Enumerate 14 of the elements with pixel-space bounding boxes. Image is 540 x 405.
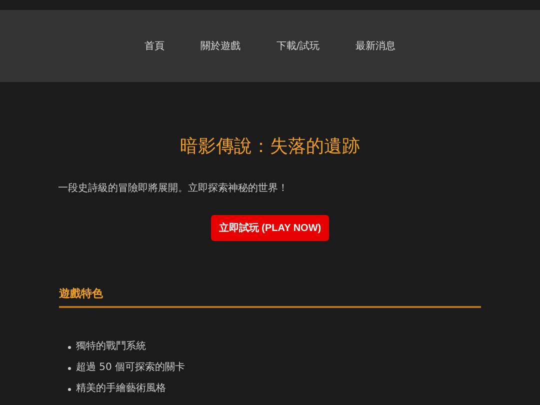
tagline: 一段史詩級的冒險即將展開。立即探索神秘的世界！ (58, 183, 289, 195)
feature-item: 超過 50 個可探索的關卡 (76, 362, 186, 374)
bullet-icon (68, 388, 71, 390)
nav-link[interactable]: 最新消息 (356, 39, 396, 53)
bullet-icon (68, 366, 71, 370)
bullet-icon (68, 346, 71, 348)
page-title: 暗影傳說：失落的遺跡 (179, 135, 361, 159)
feature-item: 獨特的戰鬥系統 (76, 341, 146, 353)
nav-link[interactable]: 首頁 (144, 39, 164, 53)
nav-link[interactable]: 下載/試玩 (276, 39, 320, 53)
nav-link[interactable]: 關於遊戲 (200, 39, 240, 53)
feature-item: 精美的手繪藝術風格 (76, 383, 166, 395)
play-now-button[interactable]: 立即試玩 (PLAY NOW) (211, 215, 329, 241)
section-heading: 遊戲特色 (59, 287, 481, 308)
